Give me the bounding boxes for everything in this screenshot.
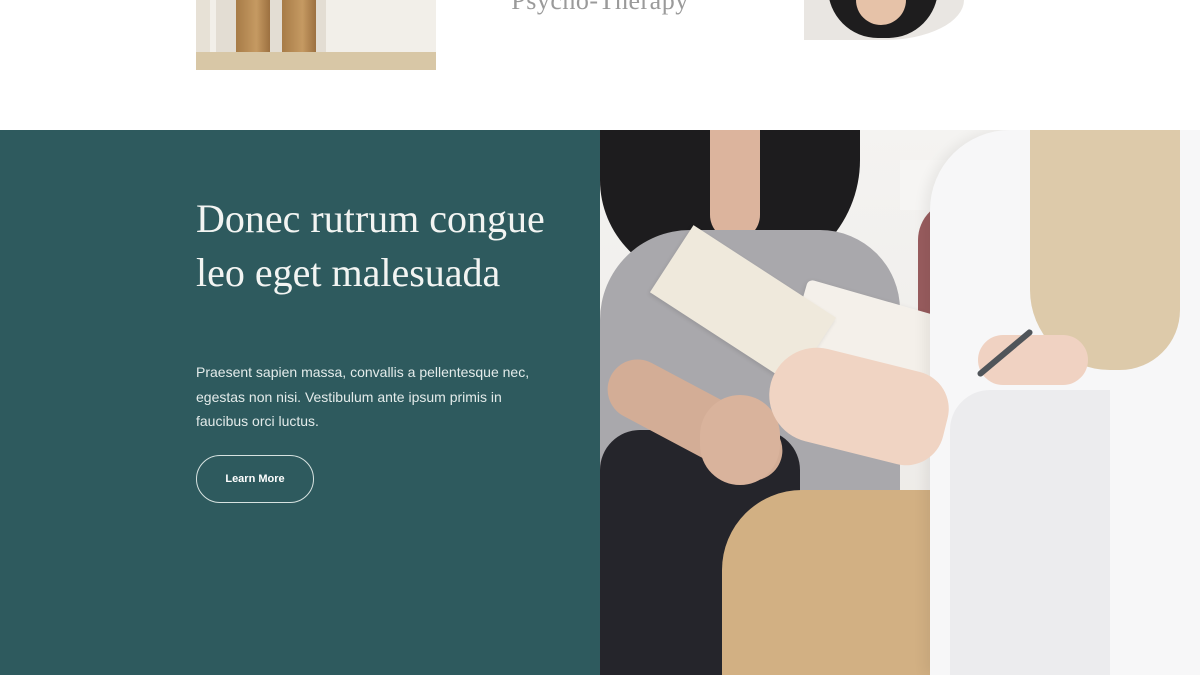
photo-therapist-hair [1030,130,1180,370]
therapy-session-photo [600,130,1200,675]
service-thumbnail-image[interactable] [196,0,436,70]
feature-body-text: Praesent sapien massa, convallis a pelle… [196,364,530,429]
learn-more-button[interactable]: Learn More [196,455,314,503]
page: Psycho-Therapy Donec rutrum congue leo e… [0,0,1200,675]
photo-coat-fold [950,390,1110,675]
service-portrait-image[interactable] [804,0,964,40]
service-caption[interactable]: Psycho-Therapy [500,0,700,16]
floor-shape [196,52,436,70]
feature-section: Donec rutrum congue leo eget malesuada P… [0,130,1200,675]
feature-heading: Donec rutrum congue leo eget malesuada [196,196,545,295]
services-strip: Psycho-Therapy [0,0,1200,130]
feature-text-panel: Donec rutrum congue leo eget malesuada P… [0,130,600,675]
photo-client-hands [700,395,780,485]
photo-client-neck [710,130,760,240]
